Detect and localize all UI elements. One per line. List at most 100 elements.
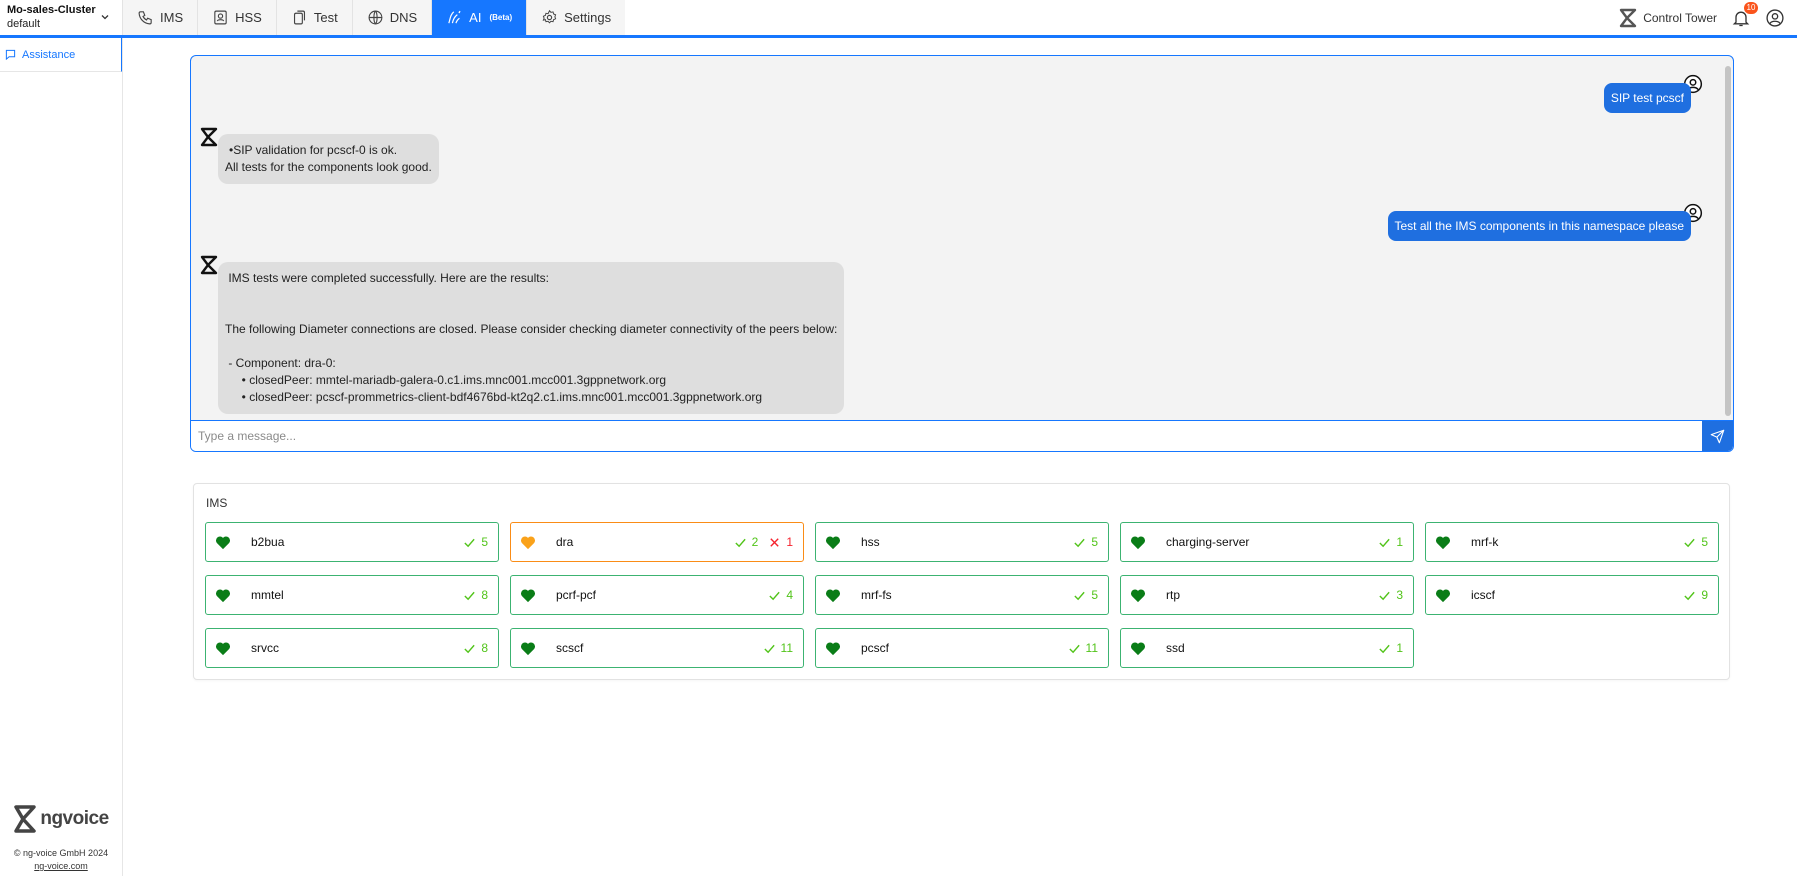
tab-test-label: Test [313, 10, 338, 25]
tab-test[interactable]: Test [275, 0, 352, 35]
passed-count: 5 [1683, 535, 1708, 549]
user-account-icon[interactable] [1765, 8, 1785, 28]
component-card-mmtel[interactable]: mmtel 8 [205, 575, 499, 615]
chevron-down-icon [101, 15, 109, 20]
ngvoice-logo-icon [1619, 8, 1637, 27]
globe-icon [368, 10, 383, 25]
tab-ims[interactable]: IMS [122, 0, 198, 35]
passed-count: 9 [1683, 588, 1708, 602]
check-icon [1684, 538, 1695, 547]
bot-avatar-icon [200, 255, 218, 275]
check-icon [1074, 538, 1085, 547]
component-name: hss [861, 535, 880, 549]
passed-count: 5 [1073, 588, 1098, 602]
ai-icon [448, 10, 461, 24]
passed-count-value: 1 [1396, 641, 1403, 655]
bot-message-line: - Component: dra-0: [225, 356, 336, 370]
heart-icon [1130, 535, 1146, 549]
heart-icon [1435, 535, 1451, 549]
copyright-text: © ng-voice GmbH 2024 [13, 848, 109, 858]
passed-count-value: 11 [1085, 641, 1098, 655]
component-card-pcscf[interactable]: pcscf 11 [815, 628, 1109, 668]
chat-messages[interactable]: SIP test pcscf •SIP validation for pcscf… [191, 56, 1733, 421]
passed-count: 4 [768, 588, 793, 602]
component-card-ssd[interactable]: ssd 1 [1120, 628, 1414, 668]
gear-icon [542, 9, 557, 24]
sidebar-item-assistance[interactable]: Assistance [0, 38, 122, 72]
logo-text: ngvoice [40, 808, 109, 829]
control-tower-label: Control Tower [1643, 10, 1717, 25]
passed-count: 1 [1378, 641, 1403, 655]
tab-ai[interactable]: AI (Beta) [431, 0, 527, 35]
bot-message-line [225, 304, 837, 321]
contact-icon [214, 10, 227, 25]
component-name: mmtel [251, 588, 284, 602]
send-icon [1710, 429, 1725, 443]
ims-section-title: IMS [206, 496, 228, 510]
website-link[interactable]: ng-voice.com [34, 861, 88, 871]
passed-count-value: 9 [1701, 588, 1708, 602]
heart-icon [215, 588, 231, 602]
component-card-scscf[interactable]: scscf 11 [510, 628, 804, 668]
heart-icon [1130, 641, 1146, 655]
failed-count-value: 1 [786, 535, 793, 549]
close-icon [770, 537, 780, 547]
message-input[interactable] [191, 421, 1702, 451]
sidebar: Assistance ngvoice © ng-voice GmbH 2024 … [0, 38, 123, 876]
component-card-mrf-fs[interactable]: mrf-fs 5 [815, 575, 1109, 615]
heart-icon [1130, 588, 1146, 602]
user-message: SIP test pcscf [1603, 83, 1691, 113]
check-icon [464, 591, 475, 600]
control-tower-link[interactable]: Control Tower [1619, 8, 1717, 28]
tab-settings-label: Settings [564, 10, 612, 25]
bot-message-line [225, 338, 837, 355]
check-icon [464, 538, 475, 547]
component-card-hss[interactable]: hss 5 [815, 522, 1109, 562]
heart-icon [520, 641, 536, 655]
bot-message-line: IMS tests were completed successfully. H… [225, 271, 549, 285]
notifications-button[interactable]: 10 [1731, 1, 1758, 28]
component-card-icscf[interactable]: icscf 9 [1425, 575, 1719, 615]
main-tabs: IMS HSS Test DNS AI (Beta) Settings [122, 0, 626, 35]
chat-icon [5, 49, 16, 60]
beta-badge: (Beta) [489, 13, 513, 22]
component-card-charging-server[interactable]: charging-server 1 [1120, 522, 1414, 562]
tab-dns[interactable]: DNS [351, 0, 432, 35]
tab-hss[interactable]: HSS [197, 0, 276, 35]
passed-count: 2 [734, 535, 758, 549]
tab-settings[interactable]: Settings [526, 0, 626, 35]
component-name: dra [556, 535, 574, 549]
passed-count-value: 8 [481, 588, 488, 602]
message-composer [191, 420, 1733, 451]
passed-count: 5 [463, 535, 488, 549]
component-name: srvcc [251, 641, 279, 655]
chat-panel: SIP test pcscf •SIP validation for pcscf… [190, 55, 1734, 452]
component-card-b2bua[interactable]: b2bua 5 [205, 522, 499, 562]
tab-dns-label: DNS [389, 10, 418, 25]
cluster-selector[interactable]: Mo-sales-Cluster default [0, 0, 122, 35]
tab-ims-label: IMS [160, 10, 184, 25]
heart-icon [215, 641, 231, 655]
bot-message-line: • closedPeer: mmtel-mariadb-galera-0.c1.… [225, 373, 667, 387]
bot-avatar-icon [200, 127, 218, 147]
passed-count-value: 5 [1701, 535, 1708, 549]
component-card-pcrf-pcf[interactable]: pcrf-pcf 4 [510, 575, 804, 615]
passed-count-value: 4 [786, 588, 793, 602]
heart-icon [825, 588, 841, 602]
component-card-rtp[interactable]: rtp 3 [1120, 575, 1414, 615]
heart-icon [215, 535, 231, 549]
ims-components-card: IMS b2bua 5 dra 2 1 hss 5 charging-server 1 mrf-k… [193, 483, 1730, 680]
component-name: pcrf-pcf [556, 588, 597, 602]
passed-count: 5 [1073, 535, 1098, 549]
component-name: icscf [1471, 588, 1495, 602]
passed-count: 1 [1378, 535, 1403, 549]
passed-count-value: 8 [481, 641, 488, 655]
passed-count: 11 [1068, 641, 1098, 655]
check-icon [1379, 644, 1390, 653]
heart-icon [520, 588, 536, 602]
send-button[interactable] [1702, 420, 1733, 451]
component-card-dra[interactable]: dra 2 1 [510, 522, 804, 562]
component-card-srvcc[interactable]: srvcc 8 [205, 628, 499, 668]
component-card-mrf-k[interactable]: mrf-k 5 [1425, 522, 1719, 562]
chat-scrollbar[interactable] [1725, 66, 1731, 416]
